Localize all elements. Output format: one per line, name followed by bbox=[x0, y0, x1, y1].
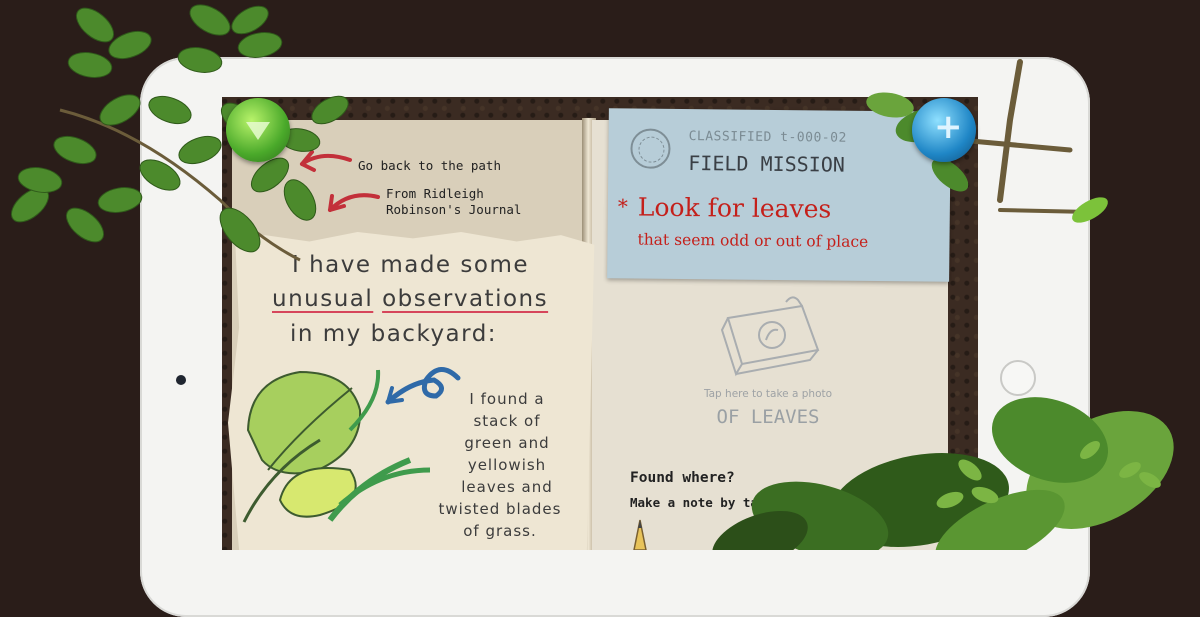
branch-top-right bbox=[866, 59, 1108, 223]
add-button[interactable]: + bbox=[912, 98, 976, 162]
blue-arrow-icon bbox=[385, 367, 461, 405]
green-menu-button[interactable] bbox=[226, 98, 290, 162]
back-arrow-icon bbox=[300, 150, 352, 172]
foliage-top-left bbox=[10, 4, 349, 262]
foliage-bottom-right bbox=[712, 397, 1174, 550]
pencil-icon bbox=[633, 519, 647, 550]
plus-icon: + bbox=[934, 107, 963, 147]
decoration-layer bbox=[10, 4, 1174, 550]
journal-arrow-icon bbox=[328, 193, 380, 212]
menu-icon bbox=[246, 122, 270, 140]
